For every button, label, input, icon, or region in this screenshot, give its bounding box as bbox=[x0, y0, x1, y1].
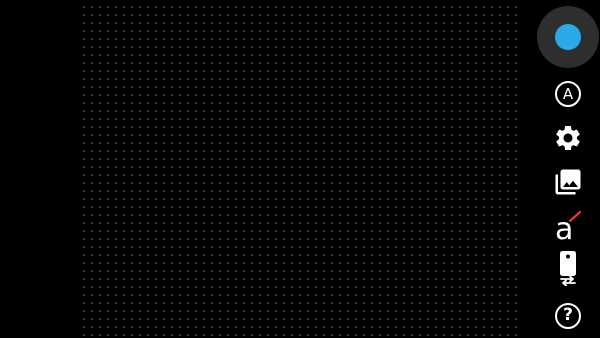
text-tool-button[interactable]: a bbox=[548, 208, 588, 244]
switch-camera-icon bbox=[560, 251, 576, 286]
shutter-inner-dot bbox=[555, 24, 581, 50]
help-icon: ? bbox=[555, 303, 581, 329]
camera-preview-dot-grid bbox=[78, 0, 520, 338]
gear-icon bbox=[556, 125, 580, 150]
photo-library-icon bbox=[555, 169, 581, 195]
help-button[interactable]: ? bbox=[548, 298, 588, 334]
gallery-button[interactable] bbox=[548, 164, 588, 200]
settings-button[interactable] bbox=[548, 120, 588, 156]
auto-mode-icon: A bbox=[555, 81, 581, 107]
text-edit-icon: a bbox=[555, 210, 582, 243]
shutter-button[interactable] bbox=[537, 6, 599, 68]
switch-camera-button[interactable] bbox=[548, 250, 588, 286]
auto-mode-button[interactable]: A bbox=[548, 76, 588, 112]
text-edit-letter: a bbox=[555, 212, 573, 243]
